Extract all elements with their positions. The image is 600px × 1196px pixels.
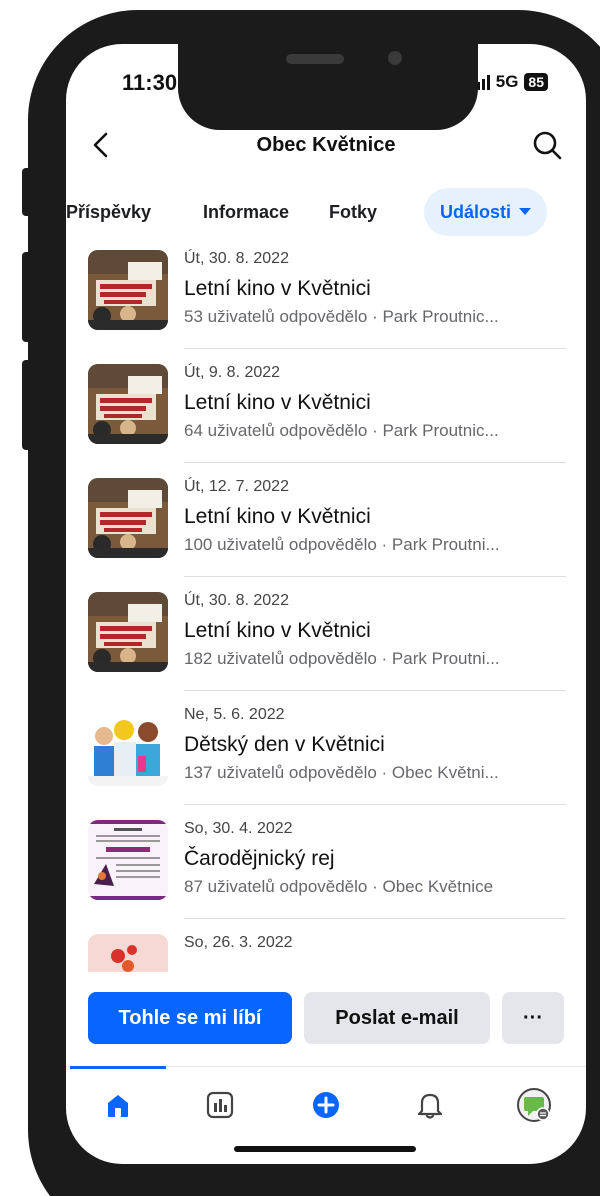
create-icon[interactable]: [310, 1089, 342, 1121]
home-indicator: [234, 1146, 416, 1152]
event-title: Letní kino v Květnici: [184, 277, 371, 300]
event-text: Út, 12. 7. 2022 Letní kino v Květnici 10…: [184, 476, 574, 558]
divider: [184, 462, 566, 463]
more-options-button[interactable]: ···: [502, 992, 564, 1044]
event-date: Ne, 5. 6. 2022: [184, 706, 285, 723]
page-title: Obec Květnice: [256, 134, 396, 156]
event-item[interactable]: Út, 12. 7. 2022 Letní kino v Květnici 10…: [66, 476, 586, 590]
event-title: Letní kino v Květnici: [184, 505, 371, 528]
event-item[interactable]: Út, 30. 8. 2022 Letní kino v Květnici 53…: [66, 248, 586, 362]
status-right: 5G 85: [471, 72, 548, 92]
speaker-grille: [286, 54, 344, 64]
event-meta: 137 uživatelů odpovědělo · Obec Květni..…: [184, 763, 499, 782]
event-thumbnail-cinema: [88, 250, 168, 330]
event-meta: 182 uživatelů odpovědělo · Park Proutni.…: [184, 649, 500, 668]
event-title: Letní kino v Květnici: [184, 391, 371, 414]
divider: [184, 348, 566, 349]
search-button[interactable]: [530, 128, 564, 162]
event-date: Út, 30. 8. 2022: [184, 592, 289, 609]
page-actions: Tohle se mi líbí Poslat e-mail ···: [66, 992, 586, 1044]
divider: [184, 690, 566, 691]
event-item[interactable]: Út, 9. 8. 2022 Letní kino v Květnici 64 …: [66, 362, 586, 476]
event-item[interactable]: So, 30. 4. 2022 Čarodějnický rej 87 uživ…: [66, 818, 586, 932]
page-tabs: Příspěvky Informace Fotky Události: [66, 188, 586, 236]
event-text: Út, 30. 8. 2022 Letní kino v Květnici 18…: [184, 590, 574, 672]
profile-avatar-icon[interactable]: [516, 1087, 552, 1123]
search-icon: [533, 131, 562, 160]
event-date: Út, 9. 8. 2022: [184, 364, 281, 381]
event-meta: 53 uživatelů odpovědělo · Park Proutnic.…: [184, 307, 499, 326]
nav-active-indicator: [70, 1066, 166, 1069]
event-thumbnail-cinema: [88, 478, 168, 558]
battery-icon: 85: [524, 73, 548, 91]
event-date: Út, 30. 8. 2022: [184, 250, 289, 267]
event-item[interactable]: Út, 30. 8. 2022 Letní kino v Květnici 18…: [66, 590, 586, 704]
event-item[interactable]: Ne, 5. 6. 2022 Dětský den v Květnici 137…: [66, 704, 586, 818]
front-camera: [388, 51, 402, 65]
event-text: Út, 30. 8. 2022 Letní kino v Květnici 53…: [184, 248, 574, 330]
divider: [184, 918, 566, 919]
notifications-icon[interactable]: [414, 1089, 446, 1121]
tab-photos[interactable]: Fotky: [329, 188, 377, 236]
event-thumbnail-witches: [88, 820, 168, 900]
tab-about[interactable]: Informace: [203, 188, 289, 236]
event-date: Út, 12. 7. 2022: [184, 478, 289, 495]
event-list: Út, 30. 8. 2022 Letní kino v Květnici 53…: [66, 248, 586, 972]
tab-events[interactable]: Události: [424, 188, 548, 236]
event-thumbnail-cinema: [88, 364, 168, 444]
screen: 11:30 5G 85 Obec Květnice Příspěvky Info…: [66, 44, 586, 1164]
side-button-silent: [22, 168, 32, 216]
status-time: 11:30: [122, 70, 178, 95]
event-text: So, 26. 3. 2022: [184, 932, 574, 972]
network-label: 5G: [495, 72, 519, 91]
notch: [178, 44, 478, 130]
divider: [184, 804, 566, 805]
caret-down-icon: [519, 207, 532, 215]
event-title: Čarodějnický rej: [184, 847, 335, 870]
send-email-button[interactable]: Poslat e-mail: [304, 992, 490, 1044]
event-text: So, 30. 4. 2022 Čarodějnický rej 87 uživ…: [184, 818, 574, 900]
event-thumbnail-cinema: [88, 592, 168, 672]
dashboard-icon[interactable]: [204, 1089, 236, 1121]
side-button-volume-up: [22, 252, 32, 342]
event-thumbnail: [88, 934, 168, 972]
divider: [184, 576, 566, 577]
event-thumbnail-kids: [88, 706, 168, 786]
event-meta: 87 uživatelů odpovědělo · Obec Květnice: [184, 877, 494, 896]
event-meta: 100 uživatelů odpovědělo · Park Proutni.…: [184, 535, 500, 554]
page-header: Obec Květnice: [66, 124, 586, 168]
event-title: Dětský den v Květnici: [184, 733, 385, 756]
event-item[interactable]: So, 26. 3. 2022: [66, 932, 586, 972]
like-page-button[interactable]: Tohle se mi líbí: [88, 992, 292, 1044]
tab-posts[interactable]: Příspěvky: [66, 188, 151, 236]
home-icon[interactable]: [102, 1089, 134, 1121]
event-text: Út, 9. 8. 2022 Letní kino v Květnici 64 …: [184, 362, 574, 444]
event-meta: 64 uživatelů odpovědělo · Park Proutnic.…: [184, 421, 499, 440]
event-date: So, 30. 4. 2022: [184, 820, 293, 837]
event-title: Letní kino v Květnici: [184, 619, 371, 642]
bottom-navigation: [66, 1066, 586, 1136]
side-button-volume-down: [22, 360, 32, 450]
event-date: So, 26. 3. 2022: [184, 934, 293, 951]
event-text: Ne, 5. 6. 2022 Dětský den v Květnici 137…: [184, 704, 574, 786]
event-title: [184, 958, 574, 972]
tab-events-label: Události: [440, 202, 512, 222]
